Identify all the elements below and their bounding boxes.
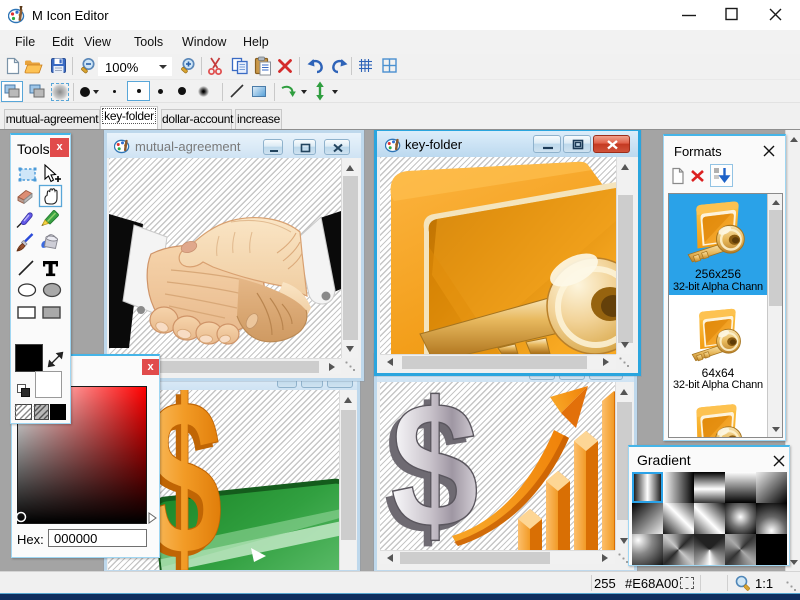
svg-text:$: $ [391, 382, 479, 550]
